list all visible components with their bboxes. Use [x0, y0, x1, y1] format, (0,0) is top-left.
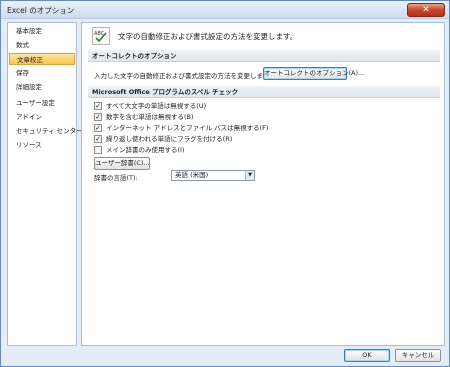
sidebar-item-customize[interactable]: ユーザー設定: [9, 97, 75, 109]
sidebar-item-proofing[interactable]: 文章校正: [9, 53, 75, 65]
main-dictionary-only-option[interactable]: メイン辞書のみ使用する(I): [94, 145, 294, 155]
title-bar[interactable]: Excel のオプション ✕: [1, 1, 449, 19]
proofing-content-panel: ABC 文字の自動修正および書式設定の方法を変更します。 オートコレクトのオプシ…: [81, 22, 445, 346]
ignore-numbers-checkbox[interactable]: ✓: [94, 113, 102, 121]
flag-repeated-words-option[interactable]: ✓ 繰り返し使われる単語にフラグを付ける(R): [94, 134, 294, 144]
main-dictionary-only-checkbox[interactable]: [94, 146, 102, 154]
options-sidebar: 基本設定 数式 文章校正 保存 詳細設定 ユーザー設定 アドイン セキュリティ …: [7, 22, 83, 346]
main-dictionary-only-label: メイン辞書のみ使用する(I): [106, 146, 185, 154]
flag-repeated-words-label: 繰り返し使われる単語にフラグを付ける(R): [106, 135, 233, 143]
ignore-uppercase-option[interactable]: ✓ すべて大文字の単語は無視する(U): [94, 101, 294, 111]
ignore-numbers-option[interactable]: ✓ 数字を含む単語は無視する(B): [94, 112, 294, 122]
ignore-uppercase-label: すべて大文字の単語は無視する(U): [106, 102, 207, 110]
sidebar-item-trust-center[interactable]: セキュリティ センター: [9, 125, 83, 137]
ignore-numbers-label: 数字を含む単語は無視する(B): [106, 113, 194, 121]
ignore-uppercase-checkbox[interactable]: ✓: [94, 102, 102, 110]
spellcheck-section-title: Microsoft Office プログラムのスペル チェック: [88, 86, 440, 98]
sidebar-item-advanced[interactable]: 詳細設定: [9, 81, 75, 93]
dictionary-language-select[interactable]: 英語 (米国) ▼: [171, 170, 255, 181]
dictionary-language-value: 英語 (米国): [175, 171, 209, 179]
sidebar-item-resources[interactable]: リソース: [9, 139, 75, 151]
window-title: Excel のオプション: [7, 6, 75, 15]
custom-dictionaries-button[interactable]: ユーザー辞書(C)...: [94, 157, 150, 170]
sidebar-item-basic[interactable]: 基本設定: [9, 25, 75, 37]
close-button[interactable]: ✕: [407, 3, 445, 17]
sidebar-item-save[interactable]: 保存: [9, 67, 75, 79]
sidebar-item-formulas[interactable]: 数式: [9, 39, 75, 51]
ignore-internet-addresses-option[interactable]: ✓ インターネット アドレスとファイル パスは無視する(F): [94, 123, 314, 133]
ignore-internet-addresses-label: インターネット アドレスとファイル パスは無視する(F): [106, 124, 269, 132]
sidebar-item-addins[interactable]: アドイン: [9, 111, 75, 123]
ok-button[interactable]: OK: [344, 349, 390, 362]
page-description: 文字の自動修正および書式設定の方法を変更します。: [118, 32, 298, 41]
cancel-button[interactable]: キャンセル: [395, 349, 441, 362]
chevron-down-icon: ▼: [245, 171, 254, 180]
autocorrect-section-title: オートコレクトのオプション: [88, 50, 440, 62]
abc-spellcheck-icon: ABC: [92, 27, 110, 45]
autocorrect-description: 入力した文字の自動修正および書式設定の方法を変更します:: [94, 72, 272, 80]
excel-options-dialog: Excel のオプション ✕ 基本設定 数式 文章校正 保存 詳細設定 ユーザー…: [0, 0, 450, 367]
autocorrect-options-button[interactable]: オートコレクトのオプション(A)...: [263, 67, 364, 80]
dictionary-language-label: 辞書の言語(T):: [94, 174, 138, 182]
flag-repeated-words-checkbox[interactable]: ✓: [94, 135, 102, 143]
ignore-internet-addresses-checkbox[interactable]: ✓: [94, 124, 102, 132]
